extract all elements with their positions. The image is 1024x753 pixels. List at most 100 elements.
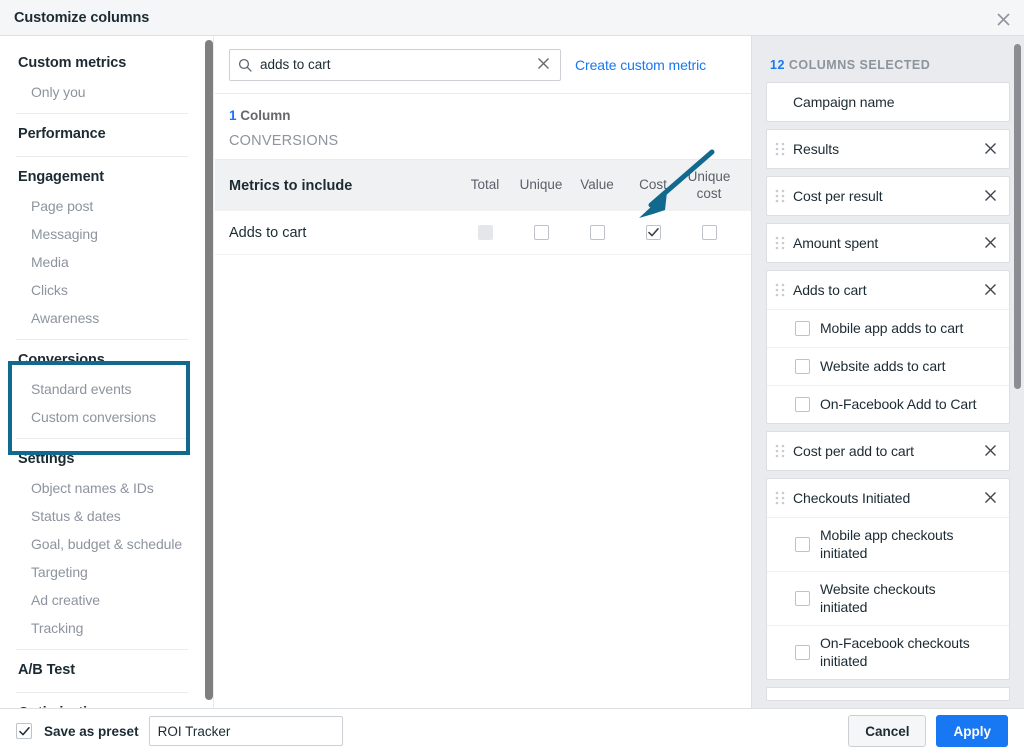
checkbox-mobile-app-checkouts-initiated[interactable] (795, 536, 810, 552)
checkbox-unique[interactable] (533, 225, 549, 240)
sidebar-divider (16, 438, 188, 439)
sidebar-divider (16, 692, 188, 693)
sidebar-item-only-you[interactable]: Only you (0, 78, 204, 106)
sidebar-head-custom-metrics[interactable]: Custom metrics (0, 46, 204, 78)
checkbox-website-checkouts-initiated[interactable] (795, 590, 810, 606)
selected-column-cost-per-add-to-cart[interactable]: Cost per add to cart (767, 432, 1009, 470)
sidebar-group-performance: Performance (0, 117, 204, 149)
column-header-value[interactable]: Value (569, 177, 625, 193)
sidebar-item-media[interactable]: Media (0, 248, 204, 276)
drag-handle-icon[interactable] (775, 236, 785, 250)
drag-handle-icon[interactable] (775, 491, 785, 505)
columns-selected-suffix: COLUMNS SELECTED (788, 58, 931, 72)
category-sidebar[interactable]: Custom metrics Only you Performance Enga… (0, 36, 204, 708)
remove-column-icon[interactable] (982, 236, 999, 251)
columns-selected-count: 12 (770, 58, 785, 72)
sidebar-item-goal-budget-schedule[interactable]: Goal, budget & schedule (0, 530, 204, 558)
remove-column-icon[interactable] (982, 142, 999, 157)
list-item[interactable]: Cost per add to cart (766, 431, 1010, 471)
column-header-unique-cost[interactable]: Unique cost (681, 169, 737, 201)
remove-column-icon[interactable] (982, 444, 999, 459)
metrics-table-header: Metrics to include Total Unique Value Co… (215, 159, 751, 211)
list-item[interactable]: Website adds to cart (767, 347, 1009, 385)
list-item[interactable]: Website checkouts initiated (767, 570, 1009, 625)
checkbox-on-facebook-checkouts-initiated[interactable] (795, 644, 810, 660)
checkbox-cost[interactable] (645, 225, 661, 240)
sidebar-item-clicks[interactable]: Clicks (0, 276, 204, 304)
create-custom-metric-link[interactable]: Create custom metric (575, 57, 706, 73)
sidebar-head-settings[interactable]: Settings (0, 442, 204, 474)
list-item[interactable]: Cost per result (766, 176, 1010, 216)
sidebar-item-ad-creative[interactable]: Ad creative (0, 586, 204, 614)
sidebar-item-targeting[interactable]: Targeting (0, 558, 204, 586)
search-input[interactable] (260, 57, 535, 72)
sidebar-item-tracking[interactable]: Tracking (0, 614, 204, 642)
sidebar-head-optimization[interactable]: Optimization (0, 696, 204, 708)
checkbox-unique-cost[interactable] (701, 225, 717, 240)
selected-column-cost-per-result[interactable]: Cost per result (767, 177, 1009, 215)
column-header-cost[interactable]: Cost (625, 177, 681, 193)
search-box[interactable] (229, 48, 561, 81)
preset-name-input[interactable] (148, 716, 343, 746)
right-panel-scrollbar-thumb[interactable] (1014, 44, 1021, 389)
drag-handle-icon[interactable] (775, 189, 785, 203)
column-header-total[interactable]: Total (457, 177, 513, 193)
sidebar-head-conversions[interactable]: Conversions (0, 343, 204, 375)
close-icon[interactable] (990, 6, 1016, 32)
list-item[interactable]: On-Facebook checkouts initiated (767, 624, 1009, 679)
dialog-footer: Save as preset Cancel Apply (0, 708, 1024, 753)
search-row: Create custom metric (215, 36, 751, 94)
cell-cost (625, 225, 681, 240)
checkbox-value[interactable] (589, 225, 605, 240)
checkbox-mobile-app-adds-to-cart[interactable] (795, 321, 810, 336)
sidebar-head-engagement[interactable]: Engagement (0, 160, 204, 192)
section-label-conversions: CONVERSIONS (229, 133, 339, 149)
drag-handle-icon[interactable] (775, 444, 785, 458)
sidebar-item-status-dates[interactable]: Status & dates (0, 502, 204, 530)
sub-option-label: On-Facebook checkouts initiated (820, 634, 970, 670)
sidebar-item-standard-events[interactable]: Standard events (0, 375, 204, 403)
sidebar-item-awareness[interactable]: Awareness (0, 304, 204, 332)
selected-column-adds-to-cart[interactable]: Adds to cart (767, 271, 1009, 309)
list-item[interactable]: On-Facebook Add to Cart (767, 385, 1009, 423)
checkbox-on-facebook-add-to-cart[interactable] (795, 397, 810, 412)
cell-value (569, 225, 625, 240)
sidebar-group-conversions: Conversions Standard events Custom conve… (0, 343, 204, 431)
list-item-partial[interactable] (766, 686, 1010, 701)
sidebar-item-page-post[interactable]: Page post (0, 192, 204, 220)
sub-option-label: Website checkouts initiated (820, 580, 936, 616)
selected-column-amount-spent[interactable]: Amount spent (767, 224, 1009, 262)
drag-handle-icon[interactable] (775, 142, 785, 156)
list-item[interactable]: Results (766, 129, 1010, 169)
drag-handle-icon[interactable] (775, 283, 785, 297)
sidebar-group-settings: Settings Object names & IDs Status & dat… (0, 442, 204, 642)
selected-column-label: Cost per add to cart (793, 443, 914, 459)
remove-column-icon[interactable] (982, 189, 999, 204)
remove-column-icon[interactable] (982, 491, 999, 506)
sub-option-label: Website adds to cart (820, 358, 946, 375)
selected-column-checkouts-initiated[interactable]: Checkouts Initiated (767, 479, 1009, 517)
list-item[interactable]: Mobile app adds to cart (767, 309, 1009, 347)
clear-icon[interactable] (535, 57, 552, 73)
list-item[interactable]: Adds to cart Mobile app adds to cart Web… (766, 270, 1010, 424)
remove-column-icon[interactable] (982, 283, 999, 298)
sidebar-head-ab-test[interactable]: A/B Test (0, 653, 204, 685)
metric-row-label: Adds to cart (229, 224, 307, 241)
apply-button[interactable]: Apply (936, 715, 1008, 747)
cancel-button[interactable]: Cancel (848, 715, 927, 747)
selected-column-results[interactable]: Results (767, 130, 1009, 168)
sidebar-head-performance[interactable]: Performance (0, 117, 204, 149)
sidebar-item-object-names-ids[interactable]: Object names & IDs (0, 474, 204, 502)
list-item[interactable]: Mobile app checkouts initiated (767, 517, 1009, 571)
sidebar-item-messaging[interactable]: Messaging (0, 220, 204, 248)
list-item[interactable]: Amount spent (766, 223, 1010, 263)
checkbox-total (477, 225, 493, 240)
sidebar-item-custom-conversions[interactable]: Custom conversions (0, 403, 204, 431)
columns-selected-title: 12 COLUMNS SELECTED (766, 36, 1010, 82)
checkbox-website-adds-to-cart[interactable] (795, 359, 810, 374)
save-as-preset-checkbox[interactable] (16, 723, 32, 739)
list-item[interactable]: Checkouts Initiated Mobile app checkouts… (766, 478, 1010, 680)
sidebar-group-custom-metrics: Custom metrics Only you (0, 46, 204, 106)
column-header-unique[interactable]: Unique (513, 177, 569, 193)
sidebar-scrollbar-thumb[interactable] (205, 40, 213, 700)
